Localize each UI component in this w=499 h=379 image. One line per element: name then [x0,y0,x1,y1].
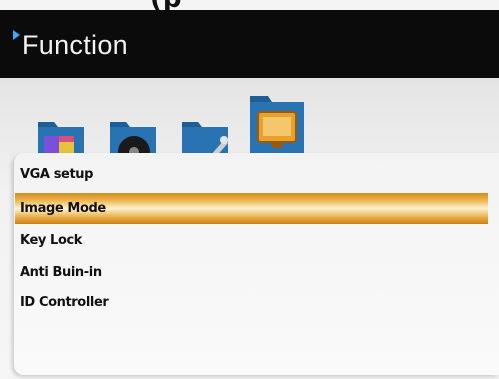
menu-item-vga-setup[interactable]: VGA setup [20,161,480,189]
page-title: Function [22,30,128,60]
menu-item-image-mode[interactable]: Image Mode [15,193,488,224]
menu-item-anti-burn-in[interactable]: Anti Buin-in [20,259,480,287]
header-arrow-icon [13,30,20,40]
menu-item-id-controller[interactable]: ID Controller [20,289,480,317]
osd-screen: (p Function [0,0,499,379]
monitor-folder-icon[interactable] [248,92,306,158]
function-header: Function [0,10,499,78]
menu-item-key-lock[interactable]: Key Lock [20,227,480,255]
